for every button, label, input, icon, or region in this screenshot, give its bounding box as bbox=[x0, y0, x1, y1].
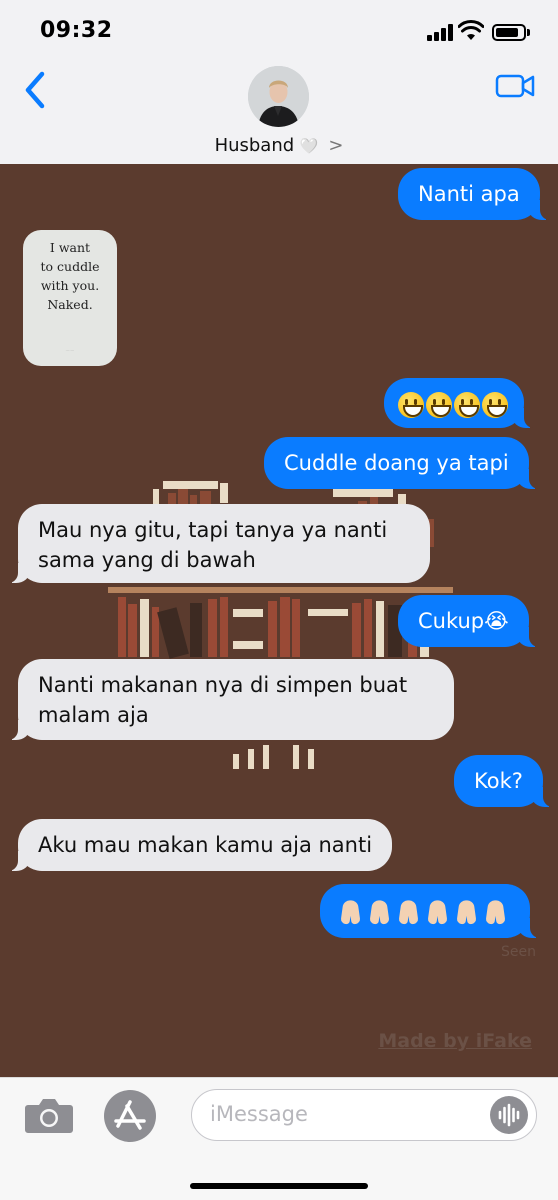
status-bar: 09:32 bbox=[0, 0, 558, 60]
back-chevron-icon[interactable] bbox=[20, 68, 54, 112]
home-indicator[interactable] bbox=[190, 1183, 368, 1189]
message-bubble-outgoing[interactable]: Nanti apa bbox=[398, 168, 554, 220]
signal-icon bbox=[427, 23, 457, 41]
camera-icon[interactable] bbox=[24, 1095, 74, 1135]
message-bubble-outgoing[interactable]: 😃😃😃😃 bbox=[384, 378, 538, 428]
contact-avatar[interactable] bbox=[248, 66, 309, 127]
folded-hands-emoji bbox=[396, 898, 422, 926]
read-receipt: Seen bbox=[501, 944, 536, 960]
grinning-emoji bbox=[482, 392, 508, 418]
folded-hands-emoji bbox=[425, 898, 451, 926]
conversation-header: Husband 🤍 > bbox=[0, 60, 558, 164]
message-bubble-incoming[interactable]: Mau nya gitu, tapi tanya ya nanti sama y… bbox=[4, 504, 430, 583]
chevron-right-icon: > bbox=[328, 135, 344, 156]
grinning-emoji bbox=[426, 392, 452, 418]
message-bubble-incoming[interactable]: Nanti makanan nya di simpen buat malam a… bbox=[4, 659, 454, 740]
watermark-link[interactable]: Made by iFake bbox=[378, 1030, 532, 1052]
message-bubble-outgoing[interactable]: Kok? bbox=[454, 755, 557, 807]
image-message[interactable]: I want to cuddle with you. Naked. ······… bbox=[23, 230, 117, 366]
heart-emoji: 🤍 bbox=[299, 137, 319, 156]
message-bubble-outgoing[interactable]: Cuddle doang ya tapi bbox=[264, 437, 543, 489]
image-text-line: to cuddle bbox=[40, 259, 100, 274]
message-text: Cukup😭 bbox=[418, 609, 509, 633]
folded-hands-emoji bbox=[338, 898, 364, 926]
message-text: 🙏🏻🙏🏻🙏🏻🙏🏻🙏🏻🙏🏻 bbox=[320, 884, 321, 885]
battery-icon bbox=[492, 24, 526, 41]
image-text-line: I want bbox=[49, 240, 91, 255]
audio-waveform-icon[interactable] bbox=[490, 1096, 528, 1134]
grinning-emoji bbox=[398, 392, 424, 418]
message-text: Kok? bbox=[474, 769, 523, 793]
contact-name-button[interactable]: Husband 🤍 > bbox=[0, 135, 558, 156]
folded-hands-emoji bbox=[483, 898, 509, 926]
folded-hands-emoji bbox=[454, 898, 480, 926]
message-text: Nanti apa bbox=[418, 182, 520, 206]
compose-bar: iMessage bbox=[0, 1077, 558, 1200]
message-text: Nanti makanan nya di simpen buat malam a… bbox=[38, 673, 408, 727]
contact-name: Husband bbox=[214, 135, 295, 156]
app-store-icon[interactable] bbox=[104, 1090, 156, 1142]
image-text-line: Naked. bbox=[47, 297, 93, 312]
message-text: 😃😃😃😃 bbox=[384, 378, 385, 379]
message-text: Mau nya gitu, tapi tanya ya nanti sama y… bbox=[38, 518, 388, 572]
video-camera-icon[interactable] bbox=[495, 72, 535, 100]
imessage-placeholder: iMessage bbox=[210, 1102, 308, 1126]
grinning-emoji bbox=[454, 392, 480, 418]
status-time: 09:32 bbox=[40, 18, 113, 43]
message-text: Cuddle doang ya tapi bbox=[284, 451, 509, 475]
folded-hands-emoji bbox=[367, 898, 393, 926]
wifi-icon bbox=[458, 20, 484, 40]
message-bubble-outgoing[interactable]: Cukup😭 bbox=[398, 595, 543, 647]
imessage-input[interactable]: iMessage bbox=[191, 1089, 537, 1141]
message-bubble-incoming[interactable]: Aku mau makan kamu aja nanti bbox=[3, 819, 393, 871]
message-bubble-outgoing[interactable]: 🙏🏻🙏🏻🙏🏻🙏🏻🙏🏻🙏🏻 bbox=[320, 884, 544, 938]
image-text-line: with you. bbox=[40, 278, 100, 293]
chat-transcript[interactable]: Nanti apa I want to cuddle with you. Nak… bbox=[0, 164, 558, 1077]
message-text: Aku mau makan kamu aja nanti bbox=[38, 833, 373, 857]
